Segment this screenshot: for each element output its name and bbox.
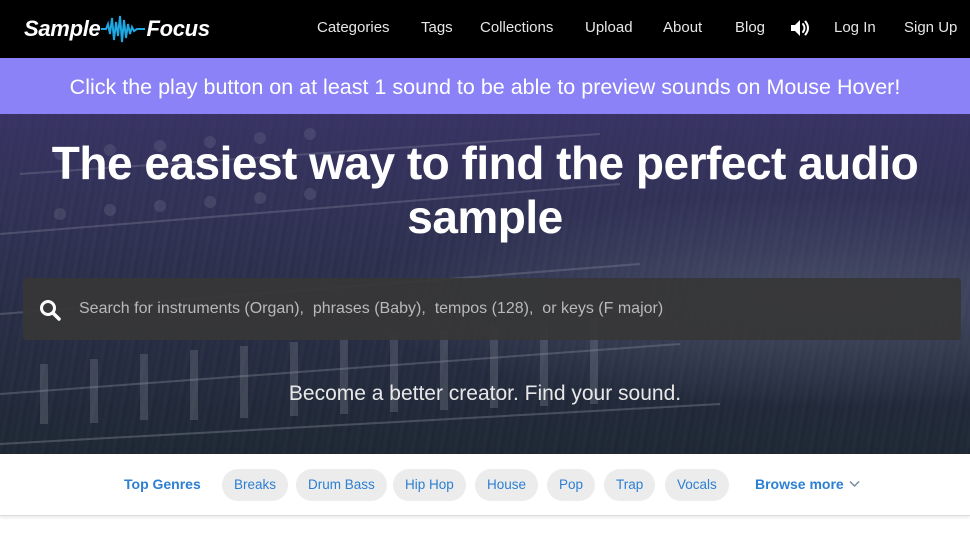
site-logo[interactable]: Sample Focus: [24, 10, 210, 48]
search-bar: [23, 278, 961, 340]
top-genres-bar: Top Genres Breaks Drum Bass Hip Hop Hous…: [0, 454, 970, 516]
waveform-logo-icon: [101, 15, 146, 43]
browse-more-link[interactable]: Browse more: [755, 476, 844, 492]
top-genres-label: Top Genres: [124, 476, 201, 492]
login-link[interactable]: Log In: [834, 19, 876, 36]
hero-headline-line1: The easiest way to find the perfect audi…: [51, 137, 919, 189]
hero-headline: The easiest way to find the perfect audi…: [0, 136, 970, 244]
chevron-down-icon[interactable]: [849, 480, 860, 488]
genre-chip-drum-bass[interactable]: Drum Bass: [296, 469, 387, 501]
genre-chip-breaks[interactable]: Breaks: [222, 469, 289, 501]
hero-headline-line2: sample: [407, 191, 563, 243]
genre-chip-pop[interactable]: Pop: [547, 469, 596, 501]
nav-blog[interactable]: Blog: [735, 19, 765, 36]
genre-chip-hip-hop[interactable]: Hip Hop: [393, 469, 466, 501]
hero-section: The easiest way to find the perfect audi…: [0, 114, 970, 454]
genre-chip-house[interactable]: House: [475, 469, 539, 501]
genre-chip-vocals[interactable]: Vocals: [665, 469, 729, 501]
search-icon[interactable]: [39, 299, 61, 321]
notice-text: Click the play button on at least 1 soun…: [69, 75, 901, 99]
hero-tagline: Become a better creator. Find your sound…: [288, 382, 682, 405]
signup-link[interactable]: Sign Up: [904, 19, 957, 36]
nav-about[interactable]: About: [663, 19, 702, 36]
search-input[interactable]: [79, 278, 939, 340]
logo-text-right: Focus: [146, 16, 210, 41]
nav-categories[interactable]: Categories: [317, 19, 390, 36]
nav-upload[interactable]: Upload: [585, 19, 633, 36]
speaker-icon[interactable]: [789, 18, 811, 38]
nav-tags[interactable]: Tags: [421, 19, 453, 36]
logo-text-left: Sample: [24, 16, 101, 41]
preview-notice-banner: Click the play button on at least 1 soun…: [0, 58, 970, 114]
top-nav-bar: Sample Focus Categories Tags Collections…: [0, 0, 970, 58]
nav-collections[interactable]: Collections: [480, 19, 553, 36]
genre-chip-trap[interactable]: Trap: [604, 469, 656, 501]
